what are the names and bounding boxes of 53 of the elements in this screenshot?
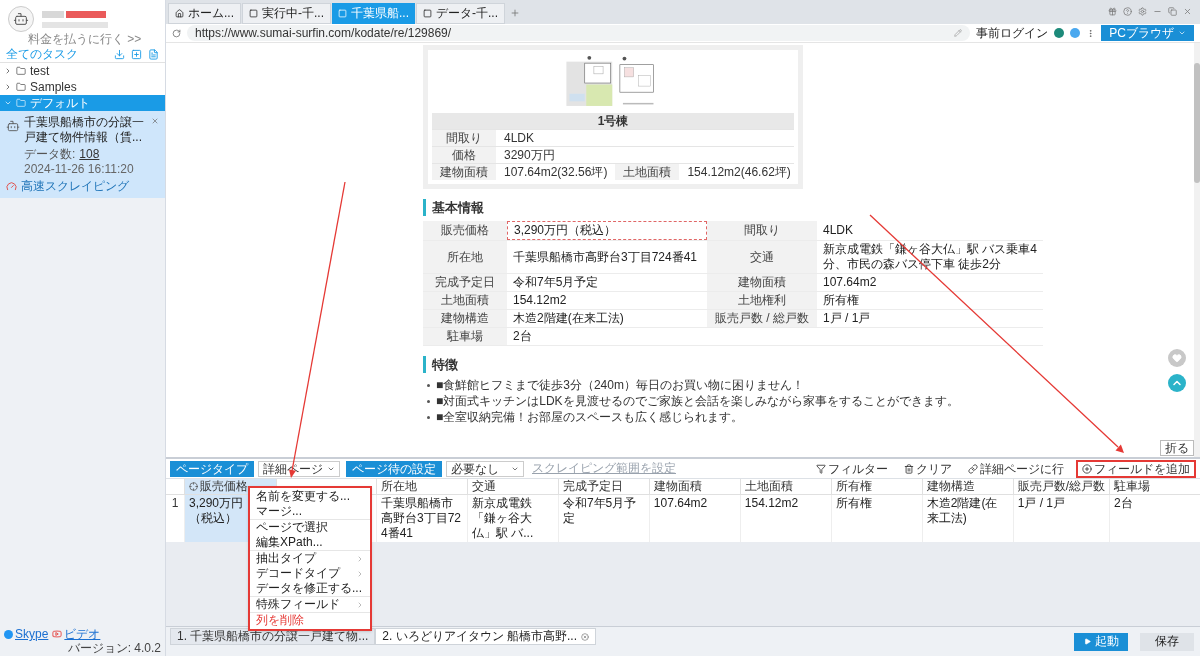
table-value: 154.12m2(46.62坪) <box>686 164 792 180</box>
table-label: 販売価格 <box>423 221 507 240</box>
table-value: 3290万円 <box>503 147 556 163</box>
table-label: 建物構造 <box>423 310 507 327</box>
table-title: 1号棟 <box>432 113 794 129</box>
table-value: 千葉県船橋市高野台3丁目724番41 <box>512 248 699 266</box>
table-value: 3,290万円（税込） <box>507 221 707 240</box>
table-cell-text: 2台 <box>1114 496 1134 511</box>
table-label: 土地権利 <box>707 292 817 309</box>
table-cell-text: 木造2階建(在来工法) <box>926 496 999 526</box>
table-value: 2台 <box>512 328 533 345</box>
table-value: 4LDK <box>822 222 855 239</box>
wait-setting-label: ページ待の設定 <box>346 460 442 477</box>
table-value: 107.64m2(32.56坪) <box>503 164 609 180</box>
table-cell-text: 新京成電鉄「鎌ヶ谷大仏」駅 バ... <box>471 496 535 541</box>
table-cell-text: 154.12m2 <box>744 496 800 511</box>
table-cell-text: 所有権 <box>835 496 873 511</box>
table-label: 間取り <box>707 221 817 240</box>
table-cell-text: 1戸 / 1戸 <box>1017 496 1067 511</box>
table-value: 1戸 / 1戸 <box>822 310 872 327</box>
table-label: 土地面積 <box>423 292 507 309</box>
table-value: 木造2階建(在来工法) <box>512 310 625 327</box>
feature-text: ■対面式キッチンはLDKを見渡せるのでご家族と会話を楽しみながら家事をすることができます。 <box>436 394 959 409</box>
table-value: 令和7年5月予定 <box>512 274 600 291</box>
task-title: 千葉県船橋市の分譲一戸建て物件情報（賃... <box>24 115 145 145</box>
feature-text: ■食鮮館ヒフミまで徒歩3分（240m）毎日のお買い物に困りません！ <box>436 378 804 393</box>
table-label: 交通 <box>707 241 817 273</box>
table-label: 所在地 <box>423 241 507 273</box>
version-text: バージョン: 4.0.2 <box>67 641 161 655</box>
page-type-label: ページタイプ <box>170 460 254 477</box>
table-cell: 千葉県船橋市高野台3丁目724番41 <box>381 496 463 541</box>
table-label: 間取り <box>432 130 496 146</box>
table-label: 価格 <box>432 147 496 163</box>
feature-text: ■全室収納完備！お部屋のスペースも広く感じられます。 <box>436 410 744 425</box>
section-heading: 基本情報 <box>423 199 1043 216</box>
section-heading: 特徴 <box>423 356 1043 373</box>
table-value: 所有権 <box>822 292 860 309</box>
table-label: 土地面積 <box>615 164 680 180</box>
table-cell-text: 令和7年5月予定 <box>562 496 638 526</box>
table-cell-text: 3,290万円（税込） <box>189 496 245 526</box>
table-value: 4LDK <box>503 130 536 146</box>
table-label: 駐車場 <box>423 328 507 345</box>
table-value: 154.12m2 <box>512 292 568 309</box>
table-label: 完成予定日 <box>423 274 507 291</box>
table-label: 販売戸数 / 総戸数 <box>707 310 817 327</box>
table-cell-text: 107.64m2 <box>653 496 709 511</box>
scraping-mode: 高速スクレイピング <box>21 179 129 194</box>
table-value: 107.64m2 <box>822 274 878 291</box>
task-time: 2024-11-26 16:11:20 <box>24 162 134 177</box>
row-number: 1 <box>170 495 180 512</box>
data-count-label: データ数: <box>24 147 76 162</box>
table-label: 建物面積 <box>432 164 496 180</box>
table-label: 建物面積 <box>707 274 817 291</box>
